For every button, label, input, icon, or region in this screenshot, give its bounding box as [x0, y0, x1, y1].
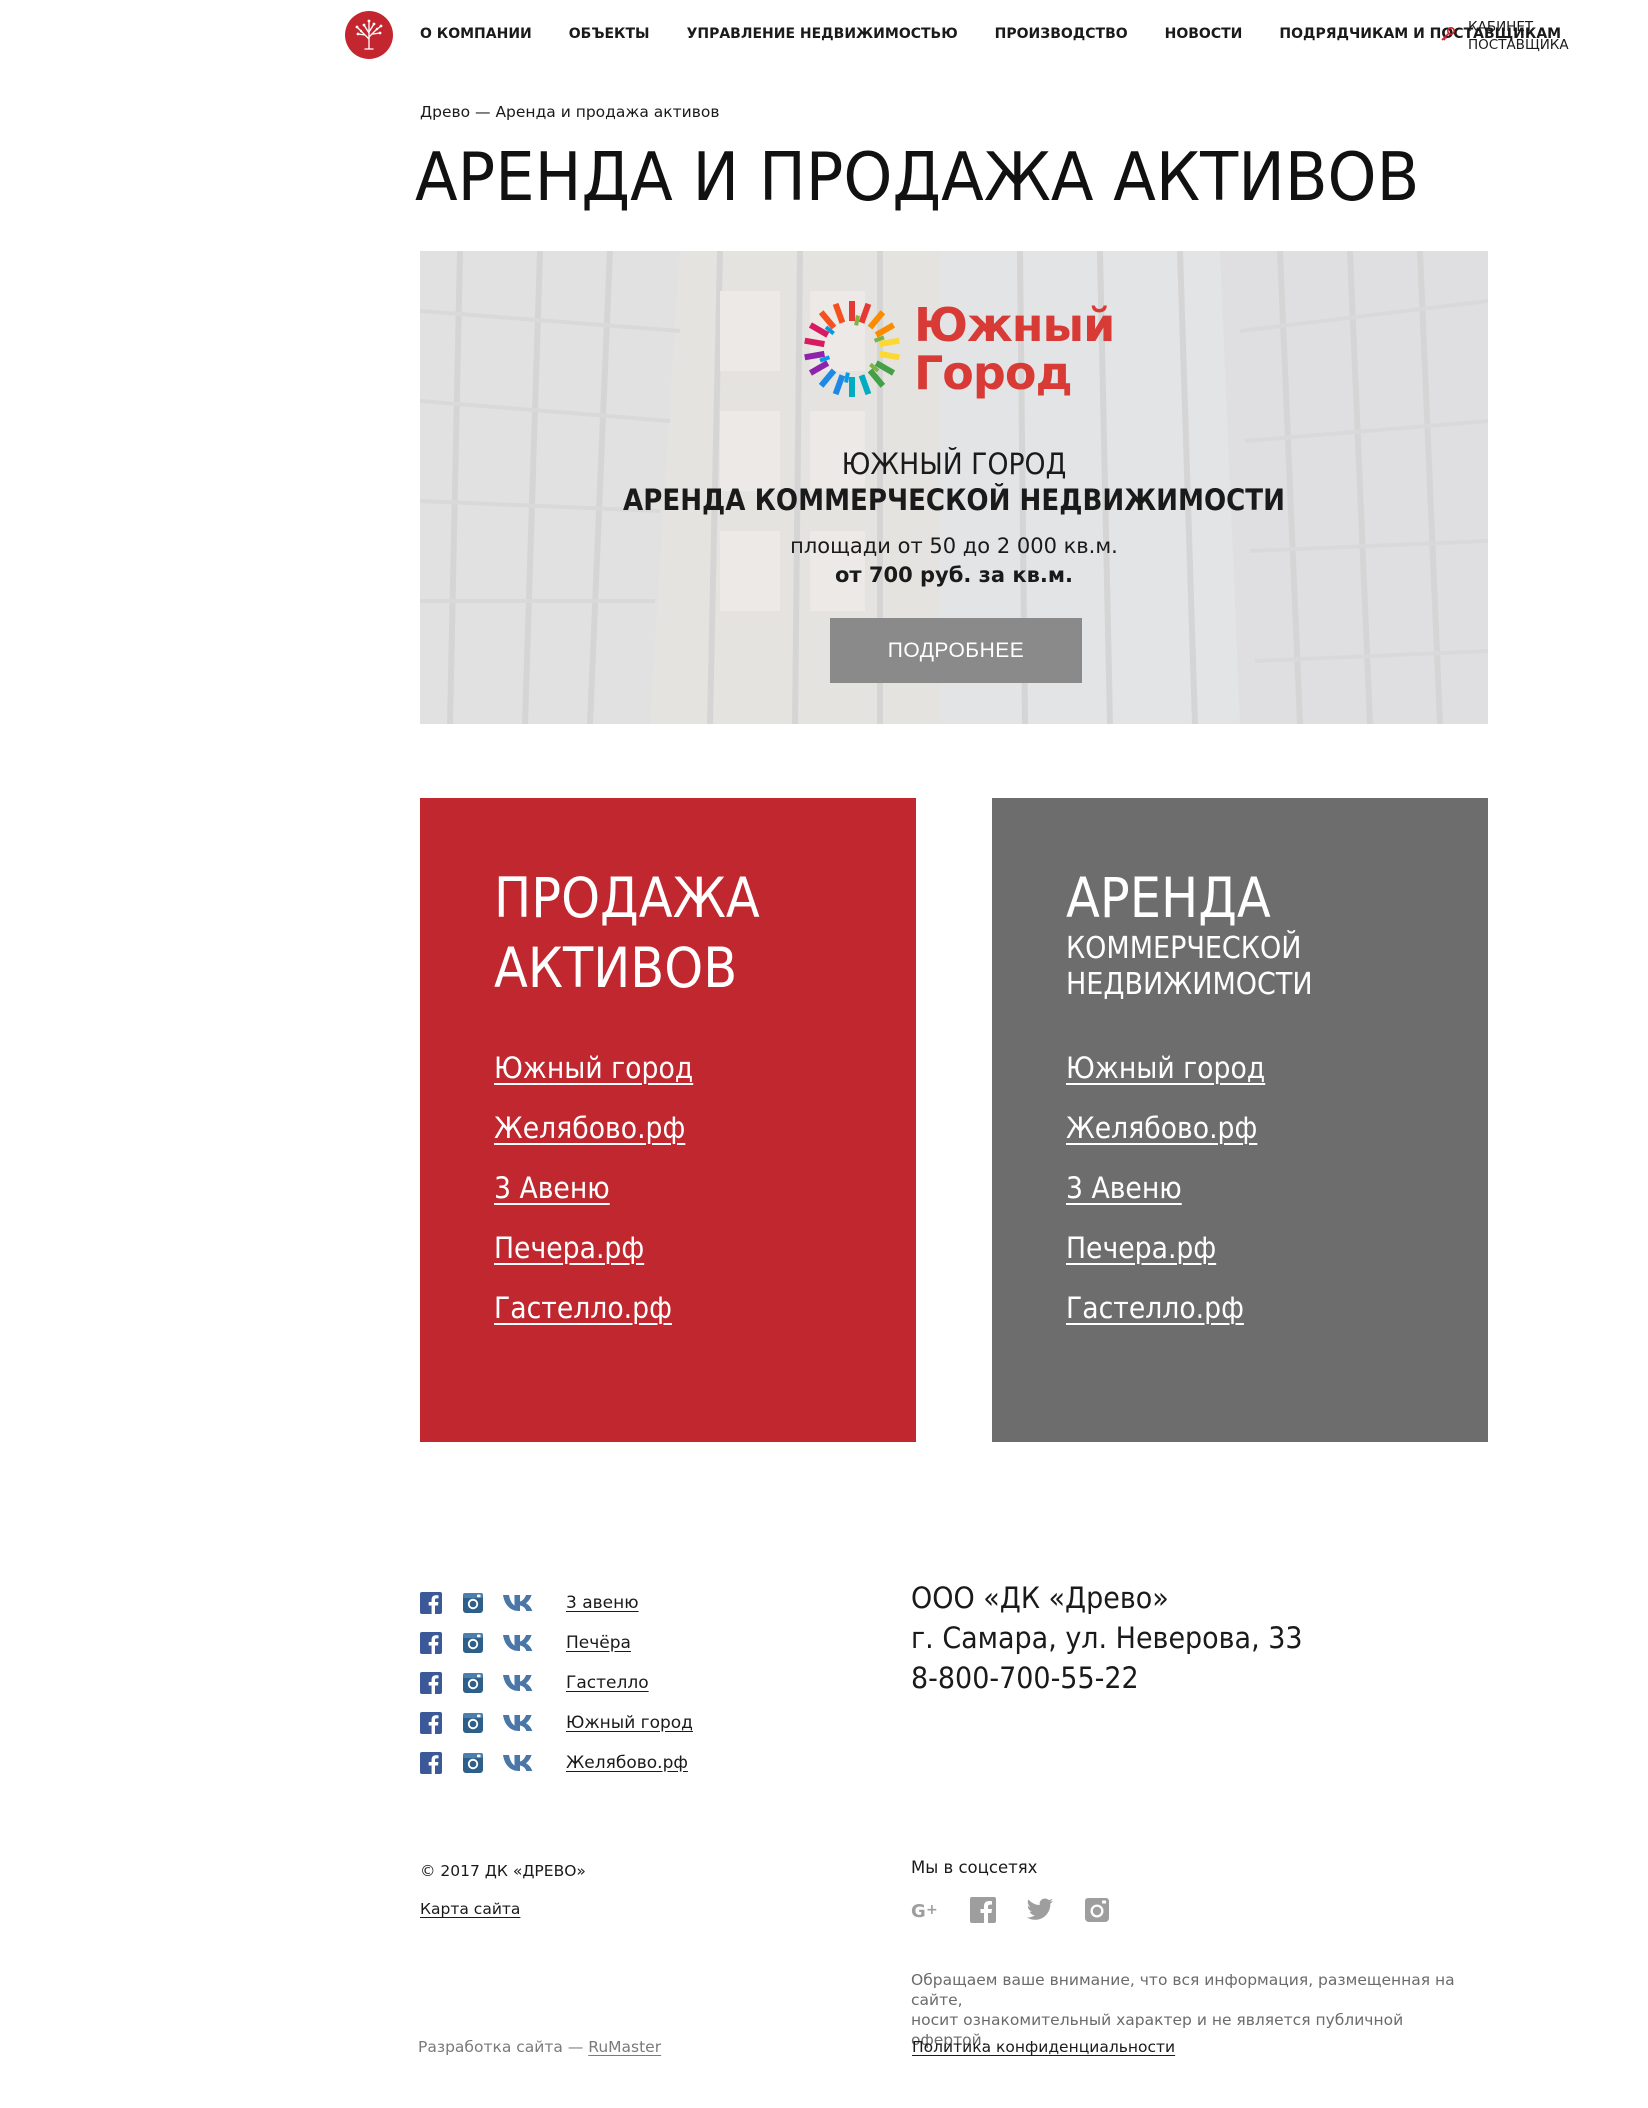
- project-link[interactable]: 3 авеню: [566, 1593, 639, 1613]
- vk-icon[interactable]: [502, 1632, 536, 1654]
- instagram-icon[interactable]: [462, 1592, 484, 1614]
- developer-link[interactable]: RuMaster: [588, 2038, 661, 2056]
- copyright: © 2017 ДК «ДРЕВО»: [420, 1862, 586, 1880]
- nav-item-company[interactable]: О КОМПАНИИ: [420, 26, 532, 42]
- promo-banner: Южный Город ЮЖНЫЙ ГОРОД АРЕНДА КОММЕРЧЕС…: [420, 251, 1488, 724]
- logo-text-line2: Город: [914, 346, 1073, 400]
- rent-link-3-avenue[interactable]: 3 Авеню: [1066, 1158, 1265, 1218]
- banner-heading: АРЕНДА КОММЕРЧЕСКОЙ НЕДВИЖИМОСТИ: [623, 483, 1285, 517]
- facebook-icon[interactable]: [968, 1895, 998, 1925]
- more-details-button[interactable]: ПОДРОБНЕЕ: [830, 618, 1082, 683]
- site-header: О КОМПАНИИ ОБЪЕКТЫ УПРАВЛЕНИЕ НЕДВИЖИМОС…: [0, 0, 1648, 80]
- social-icons: G +: [911, 1895, 1112, 1925]
- banner-project-name: ЮЖНЫЙ ГОРОД: [841, 447, 1067, 481]
- instagram-icon[interactable]: [462, 1672, 484, 1694]
- company-contacts: ООО «ДК «Древо» г. Самара, ул. Неверова,…: [911, 1578, 1303, 1698]
- rent-card-subtitle: КОММЕРЧЕСКОЙ НЕДВИЖИМОСТИ: [1066, 931, 1446, 1003]
- rent-card-links: Южный город Желябово.рф 3 Авеню Печера.р…: [1066, 1038, 1283, 1338]
- rent-link-pechera[interactable]: Печера.рф: [1066, 1218, 1265, 1278]
- nav-item-news[interactable]: НОВОСТИ: [1165, 26, 1243, 42]
- project-link[interactable]: Южный город: [566, 1713, 693, 1733]
- project-social-list: 3 авеню Печёра Гастелло Южный город Желябово…: [420, 1583, 693, 1783]
- sale-card-title-line1: ПРОДАЖА: [494, 866, 760, 930]
- sale-link-3-avenue[interactable]: 3 Авеню: [494, 1158, 693, 1218]
- sale-card-title-line2: АКТИВОВ: [494, 936, 738, 1000]
- vk-icon[interactable]: [502, 1712, 536, 1734]
- key-icon: [1440, 26, 1456, 46]
- privacy-policy-link[interactable]: Политика конфиденциальности: [912, 2038, 1175, 2056]
- logo-tree-icon[interactable]: [345, 11, 393, 59]
- developer-credit: Разработка сайта — RuMaster: [418, 2038, 661, 2056]
- page-title: АРЕНДА И ПРОДАЖА АКТИВОВ: [415, 138, 1420, 216]
- list-item: Гастелло: [420, 1663, 693, 1703]
- breadcrumb[interactable]: Древо — Аренда и продажа активов: [420, 103, 720, 121]
- rent-link-zhelyabovo[interactable]: Желябово.рф: [1066, 1098, 1265, 1158]
- list-item: Печёра: [420, 1623, 693, 1663]
- rent-link-yuzhny-gorod[interactable]: Южный город: [1066, 1038, 1265, 1098]
- facebook-icon[interactable]: [420, 1672, 442, 1694]
- rent-link-gastello[interactable]: Гастелло.рф: [1066, 1278, 1265, 1338]
- yuzhny-gorod-logo-text: Южный Город: [914, 298, 1115, 400]
- twitter-icon[interactable]: [1025, 1895, 1055, 1925]
- cabinet-label-line2: ПОСТАВЩИКА: [1468, 37, 1569, 53]
- instagram-icon[interactable]: [462, 1752, 484, 1774]
- social-heading: Мы в соцсетях: [911, 1858, 1038, 1877]
- rent-card-title: АРЕНДА: [1066, 866, 1271, 930]
- developer-prefix: Разработка сайта —: [418, 2038, 589, 2056]
- company-name: ООО «ДК «Древо»: [911, 1581, 1169, 1615]
- sale-card-title: ПРОДАЖА АКТИВОВ: [494, 863, 874, 1003]
- company-phone[interactable]: 8-800-700-55-22: [911, 1658, 1303, 1698]
- vk-icon[interactable]: [502, 1672, 536, 1694]
- rent-card-subtitle-line1: КОММЕРЧЕСКОЙ: [1066, 931, 1302, 966]
- sale-link-pechera[interactable]: Печера.рф: [494, 1218, 693, 1278]
- instagram-icon[interactable]: [1082, 1895, 1112, 1925]
- sale-link-zhelyabovo[interactable]: Желябово.рф: [494, 1098, 693, 1158]
- project-link[interactable]: Гастелло: [566, 1673, 649, 1693]
- google-plus-icon[interactable]: G +: [911, 1895, 941, 1925]
- company-address: г. Самара, ул. Неверова, 33: [911, 1621, 1303, 1655]
- nav-item-property-management[interactable]: УПРАВЛЕНИЕ НЕДВИЖИМОСТЬЮ: [687, 26, 958, 42]
- supplier-cabinet-link[interactable]: КАБИНЕТ ПОСТАВЩИКА: [1440, 18, 1569, 54]
- banner-area-text: площади от 50 до 2 000 кв.м.: [790, 534, 1118, 558]
- vk-icon[interactable]: [502, 1752, 536, 1774]
- sale-card-links: Южный город Желябово.рф 3 Авеню Печера.р…: [494, 1038, 711, 1338]
- svg-text:+: +: [926, 1902, 938, 1918]
- list-item: 3 авеню: [420, 1583, 693, 1623]
- rent-card-subtitle-line2: НЕДВИЖИМОСТИ: [1066, 967, 1313, 1002]
- facebook-icon[interactable]: [420, 1592, 442, 1614]
- list-item: Южный город: [420, 1703, 693, 1743]
- vk-icon[interactable]: [502, 1592, 536, 1614]
- nav-item-objects[interactable]: ОБЪЕКТЫ: [569, 26, 650, 42]
- logo-text-line1: Южный: [914, 298, 1115, 352]
- sitemap-link[interactable]: Карта сайта: [420, 1900, 520, 1918]
- banner-price-text: от 700 руб. за кв.м.: [834, 563, 1074, 587]
- project-link[interactable]: Печёра: [566, 1633, 631, 1653]
- sale-link-yuzhny-gorod[interactable]: Южный город: [494, 1038, 693, 1098]
- sale-link-gastello[interactable]: Гастелло.рф: [494, 1278, 693, 1338]
- cabinet-label: КАБИНЕТ ПОСТАВЩИКА: [1468, 18, 1569, 54]
- instagram-icon[interactable]: [462, 1712, 484, 1734]
- sale-assets-card: ПРОДАЖА АКТИВОВ Южный город Желябово.рф …: [420, 798, 916, 1442]
- rent-commercial-card: АРЕНДА КОММЕРЧЕСКОЙ НЕДВИЖИМОСТИ Южный г…: [992, 798, 1488, 1442]
- colorful-sun-logo-icon: [804, 301, 900, 397]
- nav-item-production[interactable]: ПРОИЗВОДСТВО: [995, 26, 1128, 42]
- list-item: Желябово.рф: [420, 1743, 693, 1783]
- facebook-icon[interactable]: [420, 1752, 442, 1774]
- project-link[interactable]: Желябово.рф: [566, 1753, 688, 1773]
- instagram-icon[interactable]: [462, 1632, 484, 1654]
- main-nav: О КОМПАНИИ ОБЪЕКТЫ УПРАВЛЕНИЕ НЕДВИЖИМОС…: [420, 26, 1598, 42]
- disclaimer-line1: Обращаем ваше внимание, что вся информац…: [911, 1971, 1455, 2009]
- svg-text:G: G: [911, 1901, 926, 1920]
- yuzhny-gorod-logo: Южный Город: [800, 297, 1115, 401]
- facebook-icon[interactable]: [420, 1712, 442, 1734]
- cabinet-label-line1: КАБИНЕТ: [1468, 19, 1534, 35]
- facebook-icon[interactable]: [420, 1632, 442, 1654]
